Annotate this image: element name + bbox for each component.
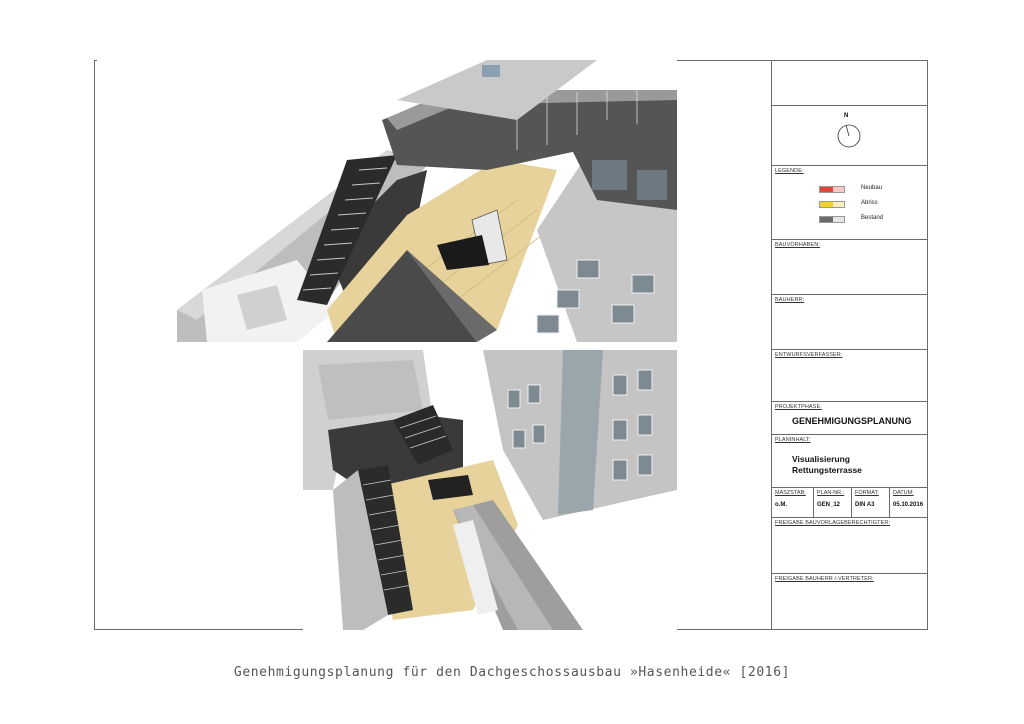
legend-item-bestand: Bestand: [819, 215, 929, 224]
bauvorhaben-section: BAUVORHABEN:: [772, 239, 928, 294]
north-arrow-icon: [837, 124, 861, 148]
plan-data-row: MASZSTAB: o.M. PLAN-NR.: GEN_12 FORMAT: …: [772, 487, 928, 517]
massstab-cell: MASZSTAB: o.M.: [775, 490, 806, 508]
legend-section: LEGENDE: Neubau Abriss Bestand: [772, 165, 928, 239]
projektphase-section: PROJEKTPHASE: GENEHMIGUNGSPLANUNG: [772, 401, 928, 434]
title-block: N LEGENDE: Neubau Abriss Bestand BAUVORH…: [771, 60, 928, 630]
legend-swatch-bestand: [819, 216, 845, 223]
format-cell: FORMAT: DIN A3: [851, 488, 889, 517]
legend-label: LEGENDE:: [775, 168, 804, 174]
page-caption: Genehmigungsplanung für den Dachgeschoss…: [233, 665, 791, 680]
legend-swatch-abriss: [819, 201, 845, 208]
north-label: N: [844, 113, 849, 119]
projektphase-value: GENEHMIGUNGSPLANUNG: [792, 416, 912, 426]
visualization-bottom: [303, 350, 677, 630]
planinhalt-line1: Visualisierung: [792, 454, 850, 464]
bauherr-section: BAUHERR:: [772, 294, 928, 349]
plannr-cell: PLAN-NR.: GEN_12: [813, 488, 851, 517]
planinhalt-line2: Rettungsterrasse: [792, 465, 862, 475]
freigabe-bauherr-section: FREIGABE BAUHERR /-VERTRETER:: [772, 573, 928, 630]
planinhalt-section: PLANINHALT: Visualisierung Rettungsterra…: [772, 434, 928, 487]
entwurfsverfasser-section: ENTWURFSVERFASSER:: [772, 349, 928, 401]
datum-cell: DATUM: 05.10.2016: [889, 488, 928, 517]
freigabe-bauvorlage-section: FREIGABE BAUVORLAGEBERECHTIGTER:: [772, 517, 928, 573]
visualization-top: [97, 60, 677, 342]
legend-item-abriss: Abriss: [819, 200, 929, 209]
legend-item-neubau: Neubau: [819, 185, 929, 194]
north-section: N: [772, 105, 928, 165]
legend-swatch-neubau: [819, 186, 845, 193]
